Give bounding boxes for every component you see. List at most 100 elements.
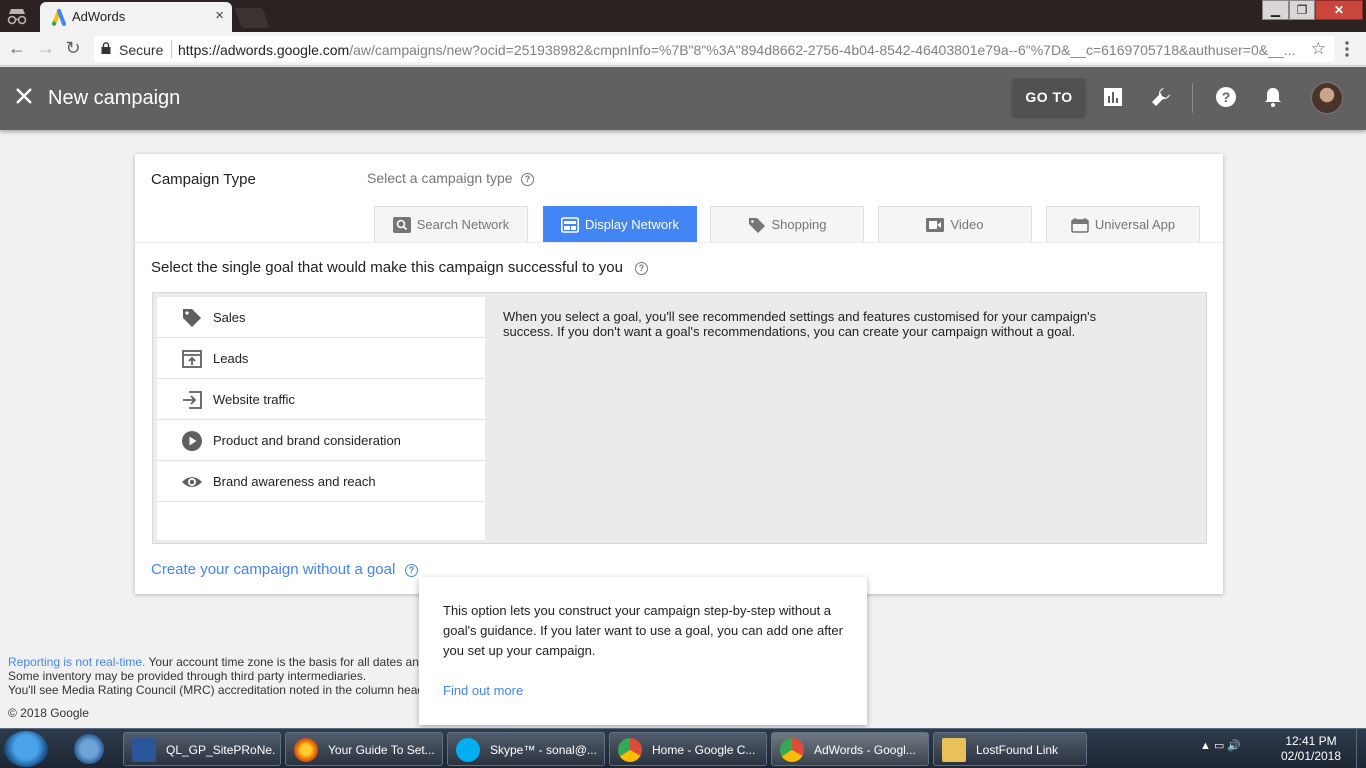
eye-icon (182, 477, 202, 487)
taskbar-app-label: Skype™ - sonal@... (490, 743, 597, 757)
no-goal-link[interactable]: Create your campaign without a goal (151, 561, 395, 578)
campaign-type-label: Campaign Type (151, 171, 256, 188)
reporting-link[interactable]: Reporting is not real-time. (8, 655, 145, 669)
maximize-button[interactable]: ❐ (1289, 0, 1315, 20)
tooltip-body: This option lets you construct your camp… (443, 603, 843, 658)
page-title: New campaign (48, 87, 181, 109)
adwords-logo-icon (51, 9, 66, 26)
taskbar-app[interactable]: Your Guide To Set... (285, 732, 443, 766)
taskbar-app-label: QL_GP_SitePRoNe... (166, 743, 276, 757)
traffic-icon (183, 391, 202, 409)
omnibox[interactable]: Secure https://adwords.google.com/aw/cam… (94, 36, 1334, 62)
forward-icon[interactable]: → (35, 38, 57, 59)
type-shopping[interactable]: Shopping (710, 206, 864, 242)
incognito-icon (7, 9, 27, 25)
firefox-icon (294, 738, 318, 762)
folder-icon (942, 738, 966, 762)
goal-description: When you select a goal, you'll see recom… (503, 309, 1097, 339)
type-label: Universal App (1094, 217, 1176, 232)
taskbar-app-label: Your Guide To Set... (328, 743, 435, 757)
help-icon[interactable]: ? (1215, 86, 1237, 108)
back-icon[interactable]: ← (6, 38, 28, 59)
bookmark-star-icon[interactable]: ☆ (1311, 39, 1326, 59)
type-universal-app[interactable]: Universal App (1046, 206, 1200, 242)
goal-label: Website traffic (213, 392, 295, 407)
close-icon: ✕ (1333, 3, 1345, 17)
footer-notes: Reporting is not real-time. Your account… (8, 655, 420, 697)
type-search-network[interactable]: Search Network (374, 206, 528, 242)
taskbar-app[interactable]: Home - Google C... (609, 732, 767, 766)
clock[interactable]: 12:41 PM 02/01/2018 (1278, 734, 1344, 764)
maximize-icon: ❐ (1296, 3, 1308, 17)
secure-label: Secure (119, 42, 164, 58)
goal-item-leads[interactable]: Leads (157, 338, 485, 379)
type-label: Display Network (585, 217, 679, 232)
reload-icon[interactable]: ↻ (62, 38, 84, 59)
address-bar: ← → ↻ Secure https://adwords.google.com/… (0, 32, 1366, 66)
no-goal-help-icon[interactable]: ? (405, 562, 418, 578)
adwords-header: New campaign GO TO ? (0, 67, 1366, 130)
system-tray[interactable]: ▲ ▭ 🔊 (1200, 739, 1241, 752)
goal-label: Sales (213, 310, 246, 325)
clock-time: 12:41 PM (1285, 734, 1337, 748)
type-display-network[interactable]: Display Network (543, 206, 697, 242)
goal-question: Select the single goal that would make t… (151, 259, 623, 276)
tab-close-icon[interactable]: × (215, 7, 224, 24)
search-icon (392, 216, 411, 233)
tag-icon (183, 309, 201, 327)
goal-item-website-traffic[interactable]: Website traffic (157, 379, 485, 420)
taskbar-app[interactable]: Skype™ - sonal@... (447, 732, 605, 766)
taskbar-app[interactable]: LostFound Link (933, 732, 1087, 766)
chrome-menu-icon[interactable] (1345, 40, 1349, 58)
notifications-bell-icon[interactable] (1262, 86, 1284, 108)
campaign-type-help-icon[interactable]: ? (521, 171, 534, 187)
browser-title-bar: AdWords × ▁ ❐ ✕ (0, 0, 1366, 32)
tab-title: AdWords (72, 9, 126, 24)
taskbar-app-active[interactable]: AdWords - Googl... (771, 732, 929, 766)
find-out-more-link[interactable]: Find out more (443, 683, 523, 698)
new-tab-button[interactable] (234, 8, 270, 28)
type-label: Shopping (771, 217, 827, 232)
taskbar-app-label: Home - Google C... (652, 743, 756, 757)
close-window-button[interactable]: ✕ (1315, 0, 1363, 20)
omnibox-divider (171, 40, 172, 58)
reports-icon[interactable] (1102, 86, 1124, 108)
goal-label: Leads (213, 351, 249, 366)
goal-label: Brand awareness and reach (213, 474, 376, 489)
avatar[interactable] (1311, 82, 1343, 114)
taskbar-app-label: AdWords - Googl... (814, 743, 916, 757)
goal-label: Product and brand consideration (213, 433, 401, 448)
shopping-tag-icon (748, 217, 765, 233)
copyright: © 2018 Google (8, 706, 89, 720)
goal-item-product-brand-consideration[interactable]: Product and brand consideration (157, 420, 485, 461)
type-strip-divider (135, 242, 1223, 243)
skype-icon (456, 738, 480, 762)
footer-line-3: You'll see Media Rating Council (MRC) ac… (8, 683, 420, 697)
start-button[interactable] (4, 731, 48, 767)
lock-icon (101, 42, 111, 54)
footer-line-1: Reporting is not real-time. Your account… (8, 655, 420, 669)
word-doc-icon (132, 738, 156, 762)
goal-item-brand-awareness[interactable]: Brand awareness and reach (157, 461, 485, 502)
wrench-icon[interactable] (1150, 86, 1172, 108)
url-text[interactable]: https://adwords.google.com/aw/campaigns/… (178, 42, 1298, 58)
header-divider (1192, 83, 1193, 113)
goal-list: Sales Leads Website traffic Product and … (157, 297, 485, 540)
goal-panel: Sales Leads Website traffic Product and … (152, 292, 1207, 544)
browser-tab[interactable]: AdWords × (40, 2, 232, 32)
pinned-app-icon[interactable] (74, 734, 104, 764)
svg-text:?: ? (1222, 89, 1231, 105)
goal-item-sales[interactable]: Sales (157, 297, 485, 338)
goal-help-icon[interactable]: ? (635, 260, 648, 276)
minimize-button[interactable]: ▁ (1262, 0, 1289, 20)
windows-taskbar: QL_GP_SitePRoNe... Your Guide To Set... … (0, 728, 1366, 768)
chrome-icon (780, 738, 804, 762)
app-icon (1071, 217, 1089, 233)
type-video[interactable]: Video (878, 206, 1032, 242)
url-path: /aw/campaigns/new?ocid=251938982&cmpnInf… (349, 42, 1296, 58)
goto-button[interactable]: GO TO (1013, 79, 1085, 116)
show-desktop-button[interactable] (1356, 729, 1366, 768)
taskbar-app[interactable]: QL_GP_SitePRoNe... (123, 732, 281, 766)
clock-date: 02/01/2018 (1280, 749, 1342, 763)
close-icon[interactable] (14, 86, 34, 106)
